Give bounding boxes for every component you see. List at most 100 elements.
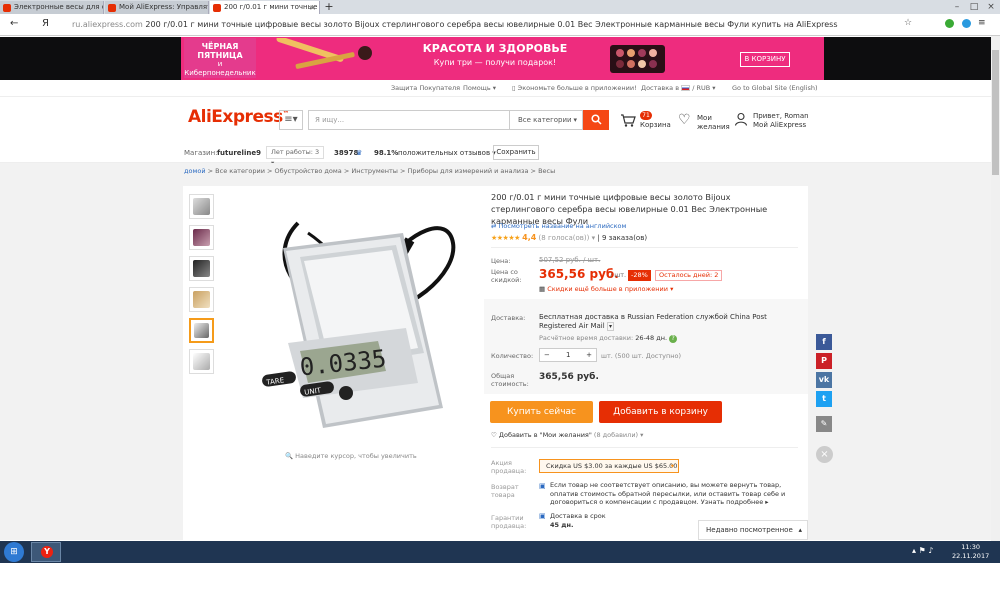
wishlist-link[interactable]: Мои желания (697, 114, 730, 132)
quantity-decrease-button[interactable]: − (544, 349, 550, 361)
total-label-line-2: стоимость: (491, 380, 529, 388)
wish-count: (8 добавили) (593, 431, 639, 439)
aliexpress-logo[interactable]: AliExpress™ (188, 107, 289, 127)
return-label-line-1: Возврат (491, 483, 519, 491)
edit-pencil-icon[interactable]: ✎ (816, 416, 832, 432)
delivery-method-select[interactable]: Бесплатная доставка в Russian Federation… (539, 313, 804, 331)
thumbnail-3[interactable] (189, 256, 214, 281)
vk-share-icon[interactable]: vk (816, 372, 832, 388)
thumbnail-5-selected[interactable] (189, 318, 214, 343)
breadcrumb-tools[interactable]: Инструменты (351, 167, 398, 175)
cart-label[interactable]: Корзина (640, 121, 671, 129)
category-menu-button[interactable]: ≡▾ (279, 110, 303, 130)
browser-tab-1[interactable]: Электронные весы для смо (0, 1, 104, 14)
delivery-label: Доставка: (491, 314, 526, 322)
promo-title: КРАСОТА И ЗДОРОВЬЕ (422, 42, 568, 55)
url-field[interactable]: ru.aliexpress.com 200 г/0.01 г мини точн… (72, 17, 902, 33)
total-label-line-1: Общая (491, 372, 515, 380)
learn-more-link[interactable]: Узнать подробнее ▸ (701, 498, 769, 506)
download-icon[interactable] (962, 19, 971, 28)
back-arrow-icon[interactable]: ← (10, 18, 18, 29)
quantity-stepper[interactable]: − 1 + (539, 348, 597, 362)
close-tab-icon[interactable]: × (309, 1, 316, 14)
thumbnail-4[interactable] (189, 287, 214, 312)
add-to-wishlist-link[interactable]: ♡ Добавить в "Мои желания" (8 добавили) … (491, 431, 643, 439)
sale-label-line-1: Цена со (491, 268, 518, 276)
scrollbar-thumb[interactable] (992, 50, 999, 175)
translate-title-link[interactable]: ⇄ Посмотреть название на английском (491, 222, 626, 230)
breadcrumb-scales[interactable]: Весы (538, 167, 555, 175)
breadcrumb-home[interactable]: домой (184, 167, 206, 175)
app-discount-link[interactable]: ▦ Скидки ещё больше в приложении ▾ (539, 285, 673, 293)
store-years-badge[interactable]: Лет работы: 3 ▾ (266, 146, 324, 167)
volume-icon[interactable]: ♪ (928, 546, 933, 555)
thumbnail-1[interactable] (189, 194, 214, 219)
price-label: Цена: (491, 257, 511, 265)
days-left-badge: Осталось дней: 2 (655, 270, 723, 281)
thumbnail-6[interactable] (189, 349, 214, 374)
user-icon[interactable] (734, 112, 748, 130)
help-icon[interactable]: ? (669, 335, 678, 343)
cart-icon[interactable] (620, 113, 636, 131)
chevron-down-icon: ▾ (670, 462, 674, 470)
tray-arrow-icon[interactable]: ▴ (912, 546, 916, 555)
breadcrumb-all-categories[interactable]: Все категории (215, 167, 265, 175)
banner-cart-button[interactable]: В КОРЗИНУ (740, 52, 790, 67)
thumbnail-2[interactable] (189, 225, 214, 250)
heart-icon[interactable]: ♡ (678, 112, 691, 128)
delivery-currency-menu[interactable]: Доставка в / RUB ▾ (641, 84, 716, 92)
system-tray[interactable]: ▴ ⚑ ♪ (912, 546, 933, 555)
product-main-image[interactable]: 0.0335 TARE UNIT (228, 193, 473, 443)
account-menu[interactable]: Привет, Roman Мой AliExpress (753, 112, 809, 130)
save-store-button[interactable]: Сохранить (493, 145, 539, 160)
add-wish-label: Добавить в "Мои желания" (498, 431, 592, 439)
add-to-cart-button[interactable]: Добавить в корзину (599, 401, 722, 423)
yandex-menu-icon[interactable]: Я (42, 18, 49, 29)
pinterest-share-icon[interactable]: P (816, 353, 832, 369)
settings-menu-icon[interactable]: ≡ (978, 18, 986, 28)
taskbar-clock[interactable]: 11:30 22.11.2017 (952, 543, 989, 561)
search-category-select[interactable]: Все категории ▾ (510, 110, 583, 130)
flag-icon[interactable]: ⚑ (919, 546, 926, 555)
clock-date: 22.11.2017 (952, 552, 990, 560)
global-site-link[interactable]: Go to Global Site (English) (732, 84, 818, 92)
positive-feedback-label: положительных отзывов (398, 149, 491, 157)
windows-start-icon[interactable]: ⊞ (4, 542, 24, 562)
facebook-share-icon[interactable]: f (816, 334, 832, 350)
twitter-share-icon[interactable]: t (816, 391, 832, 407)
close-window-icon[interactable]: × (983, 0, 999, 14)
store-medal-icon: ♛ (356, 149, 363, 157)
browser-tab-2[interactable]: Мой AliExpress: Управлять (105, 1, 209, 14)
quantity-input[interactable]: 1 (566, 349, 570, 361)
seller-coupon-select[interactable]: Скидка US $3.00 за каждые US $65.00 ▾ (539, 459, 679, 473)
breadcrumb: домой > Все категории > Обустройство дом… (184, 167, 556, 175)
store-name-link[interactable]: futureline9 (217, 149, 261, 157)
divider (491, 247, 798, 248)
url-text: 200 г/0.01 г мини точные цифровые весы з… (145, 20, 838, 29)
close-icon[interactable]: × (816, 446, 833, 463)
search-input[interactable]: Я ищу... (308, 110, 510, 130)
per-unit-label: / шт. (610, 271, 627, 279)
new-tab-button[interactable]: + (322, 0, 336, 14)
breadcrumb-measurement[interactable]: Приборы для измерений и анализа (408, 167, 529, 175)
browser-tab-3-active[interactable]: 200 г/0.01 г мини точные × (210, 1, 320, 14)
app-promo-label: Экономьте больше в приложении! (517, 84, 637, 92)
recently-viewed-tab[interactable]: Недавно посмотренное ▴ (698, 520, 808, 540)
quantity-increase-button[interactable]: + (586, 349, 592, 361)
buyer-protection-link[interactable]: Защита Покупателя (391, 84, 460, 92)
breadcrumb-home-improvement[interactable]: Обустройство дома (275, 167, 342, 175)
positive-feedback-menu[interactable]: положительных отзывов ▾ (398, 149, 496, 157)
buy-now-button[interactable]: Купить сейчас (490, 401, 593, 423)
app-promo-link[interactable]: ▯ Экономьте больше в приложении! (512, 84, 637, 92)
quantity-label: Количество: (491, 352, 534, 360)
learn-more-label: Узнать подробнее (700, 498, 764, 506)
extension-icon[interactable] (945, 19, 954, 28)
rating-row[interactable]: ★★★★★ 4,4 (8 голоса(ов)) ▾ | 9 заказа(ов… (491, 233, 647, 242)
zoom-hint-text: Наведите курсор, чтобы увеличить (295, 452, 417, 460)
help-menu[interactable]: Помощь ▾ (463, 84, 496, 92)
taskbar-yandex-browser[interactable]: Y (31, 542, 61, 562)
search-button[interactable] (583, 110, 609, 130)
minimize-icon[interactable]: – (949, 0, 965, 14)
maximize-icon[interactable]: □ (966, 0, 982, 14)
bookmark-star-icon[interactable]: ☆ (904, 18, 912, 28)
